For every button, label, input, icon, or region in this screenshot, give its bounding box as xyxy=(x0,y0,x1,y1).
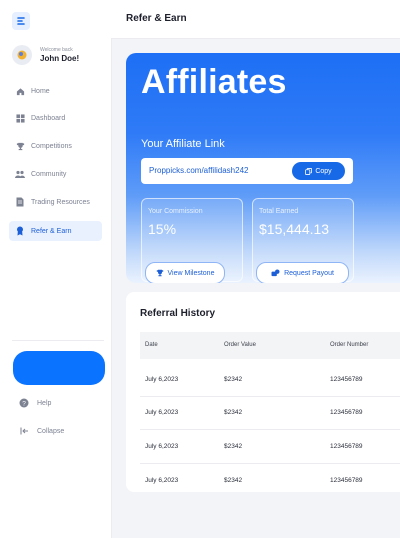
table-row: July 6,2023 $2342 123456789 xyxy=(140,430,400,464)
help-link[interactable]: ? Help xyxy=(13,396,103,410)
collapse-icon xyxy=(19,426,29,436)
sidebar-divider xyxy=(12,340,104,341)
cell-date: July 6,2023 xyxy=(145,477,179,484)
logo-icon xyxy=(17,17,25,25)
referral-history-title: Referral History xyxy=(140,308,216,319)
request-payout-button[interactable]: Request Payout xyxy=(256,262,349,283)
sidebar-item-community[interactable]: Community xyxy=(9,164,102,184)
cell-order-number: 123456789 xyxy=(330,409,363,416)
document-icon xyxy=(15,197,25,207)
cell-order-value: $2342 xyxy=(224,376,243,383)
sidebar-item-home[interactable]: Home xyxy=(9,81,102,101)
cell-date: July 6,2023 xyxy=(145,443,179,450)
trophy-icon xyxy=(156,269,164,277)
cell-date: July 6,2023 xyxy=(145,409,179,416)
view-milestone-button[interactable]: View Milestone xyxy=(145,262,225,283)
sidebar-item-label: Community xyxy=(31,170,67,178)
cell-order-number: 123456789 xyxy=(330,477,363,484)
affiliate-link-box: Proppicks.com/affilidash242 Copy xyxy=(141,158,353,184)
cell-order-value: $2342 xyxy=(224,409,243,416)
sidebar-item-label: Dashboard xyxy=(31,114,66,122)
affiliate-link-text[interactable]: Proppicks.com/affilidash242 xyxy=(149,166,248,175)
grid-icon xyxy=(15,113,25,123)
sidebar-item-label: Home xyxy=(31,87,50,95)
money-icon xyxy=(271,269,280,277)
avatar-icon xyxy=(17,50,27,60)
copy-icon xyxy=(305,167,313,175)
username: John Doe! xyxy=(40,53,80,63)
copy-button[interactable]: Copy xyxy=(292,162,345,180)
column-header-order-number: Order Number xyxy=(330,342,369,348)
cell-order-value: $2342 xyxy=(224,443,243,450)
logo[interactable] xyxy=(12,12,30,30)
collapse-label: Collapse xyxy=(37,427,65,435)
total-earned-label: Total Earned xyxy=(259,208,299,215)
sidebar-item-label: Refer & Earn xyxy=(31,227,72,235)
copy-label: Copy xyxy=(315,167,332,175)
table-row: July 6,2023 $2342 123456789 xyxy=(140,396,400,430)
people-icon xyxy=(15,169,25,179)
commission-label: Your Commission xyxy=(148,208,203,215)
cell-date: July 6,2023 xyxy=(145,376,179,383)
column-header-date: Date xyxy=(145,342,158,348)
user-profile[interactable]: Welcome back John Doe! xyxy=(12,44,104,66)
referral-history-panel: Referral History Date Order Value Order … xyxy=(126,292,400,492)
sidebar-item-trading-resources[interactable]: Trading Resources xyxy=(9,192,102,212)
view-milestone-label: View Milestone xyxy=(167,269,215,277)
trophy-icon xyxy=(15,141,25,151)
table-header: Date Order Value Order Number xyxy=(140,332,400,359)
avatar xyxy=(12,45,32,65)
cell-order-value: $2342 xyxy=(224,477,243,484)
total-earned-value: $15,444.13 xyxy=(259,221,330,237)
badge-icon xyxy=(15,226,25,236)
column-header-order-value: Order Value xyxy=(224,342,256,348)
sidebar-item-label: Trading Resources xyxy=(31,198,90,206)
page-title: Refer & Earn xyxy=(126,13,187,24)
help-icon: ? xyxy=(19,398,29,408)
svg-text:?: ? xyxy=(22,400,26,407)
commission-value: 15% xyxy=(148,221,177,237)
sidebar-item-competitions[interactable]: Competitions xyxy=(9,136,102,156)
sidebar-item-label: Competitions xyxy=(31,142,72,150)
collapse-link[interactable]: Collapse xyxy=(13,424,103,438)
cell-order-number: 123456789 xyxy=(330,376,363,383)
welcome-text: Welcome back xyxy=(40,46,73,53)
table-row: July 6,2023 $2342 123456789 xyxy=(140,363,400,397)
affiliates-card: Affiliates Your Affiliate Link Proppicks… xyxy=(126,53,400,283)
home-icon xyxy=(15,86,25,96)
sidebar-item-refer-earn[interactable]: Refer & Earn xyxy=(9,221,102,241)
primary-action-button[interactable] xyxy=(13,351,105,385)
cell-order-number: 123456789 xyxy=(330,443,363,450)
request-payout-label: Request Payout xyxy=(284,269,334,277)
help-label: Help xyxy=(37,399,52,407)
affiliate-link-label: Your Affiliate Link xyxy=(141,138,225,150)
sidebar-item-dashboard[interactable]: Dashboard xyxy=(9,108,102,128)
affiliates-title: Affiliates xyxy=(141,63,287,101)
sidebar: Welcome back John Doe! Home Dashboard Co… xyxy=(0,0,112,538)
top-header: Refer & Earn xyxy=(111,0,400,39)
table-row: July 6,2023 $2342 123456789 xyxy=(140,464,400,497)
